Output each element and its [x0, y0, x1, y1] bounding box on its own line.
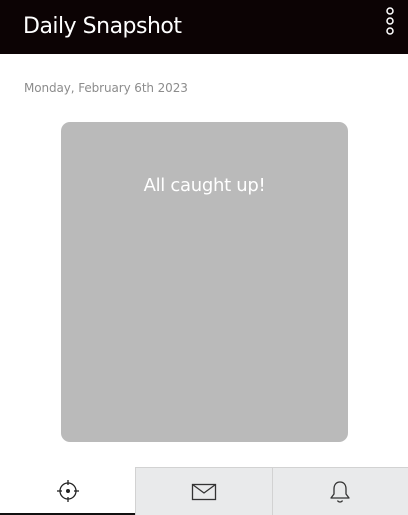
mail-icon — [191, 482, 217, 502]
bell-icon — [328, 479, 352, 505]
crosshair-icon — [56, 479, 80, 503]
app-title: Daily Snapshot — [23, 14, 182, 39]
date-label: Monday, February 6th 2023 — [24, 81, 188, 95]
more-options-button[interactable] — [382, 3, 398, 39]
card-message: All caught up! — [143, 175, 266, 196]
snapshot-card: All caught up! — [61, 122, 348, 442]
tab-notifications[interactable] — [271, 467, 408, 515]
tab-messages[interactable] — [135, 467, 272, 515]
more-vertical-icon — [386, 7, 394, 35]
app-bar: Daily Snapshot — [0, 0, 408, 54]
tab-snapshot[interactable] — [0, 467, 136, 515]
bottom-nav — [0, 467, 408, 515]
